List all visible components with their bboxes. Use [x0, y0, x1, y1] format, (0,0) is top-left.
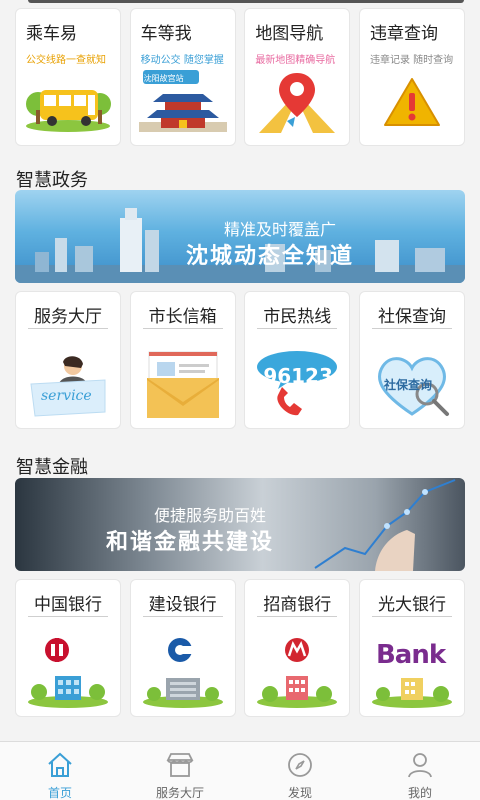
card-subtitle: 移动公交 随您掌握: [140, 55, 224, 66]
banner-headline: 沈城动态全知道: [185, 244, 354, 269]
service-card-bus[interactable]: 乘车易 公交线路一查就知: [15, 8, 121, 146]
bank-logo-icon: Bank: [360, 636, 464, 710]
tab-mine[interactable]: 我的: [360, 742, 480, 800]
card-title: 违章查询: [369, 24, 438, 44]
compass-icon: [285, 750, 315, 780]
banner-tagline: 便捷服务助百姓: [153, 506, 266, 525]
finance-banner[interactable]: 便捷服务助百姓 和谐金融共建设: [15, 478, 465, 571]
card-title: 服务大厅: [34, 307, 102, 327]
bank-card-ceb[interactable]: 光大银行 Bank: [358, 579, 465, 717]
tab-label: 发现: [287, 786, 312, 800]
service-card-violation[interactable]: 违章查询 违章记录 随时查询: [358, 8, 465, 146]
social-security-label: 社保查询: [383, 378, 432, 392]
gov-banner[interactable]: 精准及时覆盖广 沈城动态全知道: [15, 190, 465, 283]
bank-wordmark: Bank: [375, 640, 446, 670]
bus-icon: [16, 65, 120, 139]
tab-label: 我的: [407, 786, 432, 800]
hotline-phone-icon: 96123: [245, 348, 349, 422]
station-label: 沈阳故宫站: [143, 74, 184, 83]
gov-card-mayor-mailbox[interactable]: 市长信箱: [129, 291, 236, 429]
card-divider: [28, 616, 108, 617]
boc-logo-icon: [16, 636, 120, 710]
finance-services-grid: 中国银行 建设银行 招商银行 光大银行 Bank: [15, 579, 465, 717]
hotline-number: 96123: [263, 364, 333, 388]
banner-tagline: 精准及时覆盖广: [223, 220, 336, 239]
card-title: 市长信箱: [148, 307, 217, 327]
card-divider: [371, 616, 452, 617]
cmb-logo-icon: [245, 636, 349, 710]
gov-card-hotline[interactable]: 市民热线 96123: [244, 291, 351, 429]
service-label: service: [41, 388, 92, 404]
user-icon: [405, 750, 435, 780]
bottom-tab-bar: 首页 服务大厅 发现 我的: [0, 741, 480, 800]
social-security-icon: 社保查询: [360, 348, 464, 422]
service-card-bus-tracker[interactable]: 车等我 移动公交 随您掌握 沈阳故宫站: [129, 8, 236, 146]
tab-discover[interactable]: 发现: [240, 742, 360, 800]
service-card-map[interactable]: 地图导航 最新地图精确导航: [244, 8, 351, 146]
bank-card-cmb[interactable]: 招商银行: [244, 579, 351, 717]
card-title: 市民热线: [263, 307, 332, 327]
card-divider: [142, 328, 223, 329]
pagoda-icon: 沈阳故宫站: [131, 65, 235, 139]
ccb-logo-icon: [131, 636, 235, 710]
section-title-finance: 智慧金融: [16, 457, 88, 478]
card-subtitle: 公交线路一查就知: [26, 55, 106, 66]
card-title: 车等我: [140, 24, 192, 44]
card-divider: [371, 328, 452, 329]
home-icon: [45, 750, 75, 780]
warning-icon: [360, 65, 464, 139]
card-title: 社保查询: [377, 307, 446, 327]
card-divider: [142, 616, 223, 617]
card-title: 中国银行: [34, 595, 102, 615]
banner-headline: 和谐金融共建设: [105, 530, 274, 555]
card-title: 地图导航: [255, 24, 324, 44]
card-title: 光大银行: [377, 595, 446, 615]
bank-card-boc[interactable]: 中国银行: [15, 579, 121, 717]
service-desk-icon: service: [16, 348, 120, 422]
tab-service-hall[interactable]: 服务大厅: [120, 742, 240, 800]
top-strip: [0, 0, 480, 6]
store-icon: [165, 750, 195, 780]
card-title: 建设银行: [148, 595, 217, 615]
tab-home[interactable]: 首页: [0, 742, 120, 800]
tab-label: 首页: [47, 786, 72, 800]
gov-card-social-security[interactable]: 社保查询 社保查询: [358, 291, 465, 429]
gov-card-service-hall[interactable]: 服务大厅 service: [15, 291, 121, 429]
card-title: 招商银行: [263, 595, 332, 615]
card-divider: [28, 328, 108, 329]
card-subtitle: 违章记录 随时查询: [369, 55, 454, 66]
envelope-icon: [131, 348, 235, 422]
section-title-gov: 智慧政务: [16, 170, 88, 191]
quick-services-grid: 乘车易 公交线路一查就知 车等我 移动公交 随您掌握 沈阳故宫站 地图导航 最新…: [15, 8, 465, 146]
map-pin-icon: [245, 65, 349, 139]
gov-services-grid: 服务大厅 service 市长信箱 市民热线 96123 社保查询 社保查询: [15, 291, 465, 429]
card-divider: [257, 328, 338, 329]
bank-card-ccb[interactable]: 建设银行: [129, 579, 236, 717]
card-divider: [257, 616, 338, 617]
tab-label: 服务大厅: [155, 786, 204, 800]
card-subtitle: 最新地图精确导航: [255, 55, 336, 66]
card-title: 乘车易: [26, 24, 77, 44]
